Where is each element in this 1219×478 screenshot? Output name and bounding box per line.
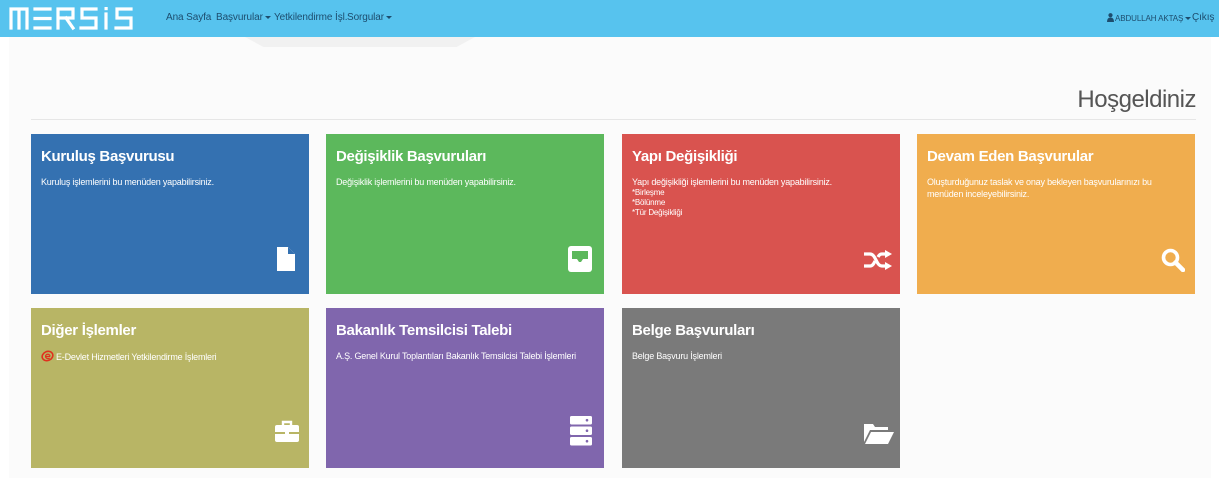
tile-title: Devam Eden Başvurular [927, 148, 1094, 165]
tile-devam-eden-basvurular[interactable]: Devam Eden Başvurular Oluşturduğunuz tas… [917, 134, 1195, 294]
tile-title: Değişiklik Başvuruları [336, 148, 487, 165]
caret-down-icon [1185, 17, 1192, 21]
user-menu[interactable]: ABDULLAH AKTAŞ [1107, 13, 1192, 23]
tile-title: Kuruluş Başvurusu [41, 148, 175, 165]
tile-belge-basvurulari[interactable]: Belge Başvuruları Belge Başvuru İşlemler… [622, 308, 900, 468]
tile-bakanlik-temsilcisi-talebi[interactable]: Bakanlık Temsilcisi Talebi A.Ş. Genel Ku… [326, 308, 604, 468]
shuffle-icon [864, 250, 892, 270]
tile-title: Diğer İşlemler [41, 322, 137, 339]
caret-down-icon [264, 15, 271, 19]
user-icon [1107, 13, 1114, 22]
list-item: *Tür Değişikliği [632, 208, 683, 217]
folder-open-icon [864, 424, 894, 444]
server-icon [570, 416, 592, 446]
tile-description: Oluşturduğunuz taslak ve onay bekleyen b… [927, 177, 1152, 199]
mersis-logo[interactable] [9, 5, 157, 31]
search-icon [1161, 248, 1185, 272]
edevlet-link[interactable]: E-Devlet Hizmetleri Yetkilendirme İşleml… [41, 350, 217, 362]
nav-item-applications[interactable]: Başvurular [216, 12, 271, 23]
page-title: Hoşgeldiniz [1077, 86, 1196, 113]
top-navbar: Ana Sayfa Başvurular Yetkilendirme İşl. … [0, 0, 1219, 37]
caret-down-icon [386, 15, 392, 19]
edevlet-logo-icon [41, 350, 54, 362]
tile-degisiklik-basvurulari[interactable]: Değişiklik Başvuruları Değişiklik işleml… [326, 134, 604, 294]
tile-description: Değişiklik işlemlerini bu menüden yapabi… [336, 177, 516, 187]
file-icon [277, 247, 295, 271]
edevlet-link-text: E-Devlet Hizmetleri Yetkilendirme İşleml… [56, 352, 217, 362]
tile-title: Bakanlık Temsilcisi Talebi [336, 322, 512, 339]
inbox-icon [568, 246, 592, 272]
tile-yapi-degisikligi[interactable]: Yapı Değişikliği Yapı değişikliği işleml… [622, 134, 900, 294]
tile-description: Kuruluş işlemlerini bu menüden yapabilir… [41, 177, 214, 187]
briefcase-icon [275, 420, 299, 442]
decorative-band [245, 37, 475, 47]
list-item: *Birleşme [632, 188, 665, 197]
list-item: *Bölünme [632, 198, 666, 207]
tile-description: A.Ş. Genel Kurul Toplantıları Bakanlık T… [336, 351, 576, 361]
tile-diger-islemler[interactable]: Diğer İşlemler E-Devlet Hizmetleri Yetki… [31, 308, 309, 468]
nav-item-home[interactable]: Ana Sayfa [166, 12, 211, 23]
tile-title: Belge Başvuruları [632, 322, 755, 339]
nav-item-queries[interactable]: Sorgular [347, 12, 392, 23]
nav-item-authorization[interactable]: Yetkilendirme İşl. [274, 12, 348, 23]
logout-link[interactable]: Çıkış [1192, 12, 1214, 23]
tile-description: Belge Başvuru İşlemleri [632, 351, 722, 361]
tile-description: Yapı değişikliği işlemlerini bu menüden … [632, 177, 832, 187]
tile-kurulus-basvurusu[interactable]: Kuruluş Başvurusu Kuruluş işlemlerini bu… [31, 134, 309, 294]
tile-item-list: *Birleşme *Bölünme *Tür Değişikliği [632, 188, 682, 218]
divider [31, 119, 1196, 120]
tile-title: Yapı Değişikliği [632, 148, 738, 165]
